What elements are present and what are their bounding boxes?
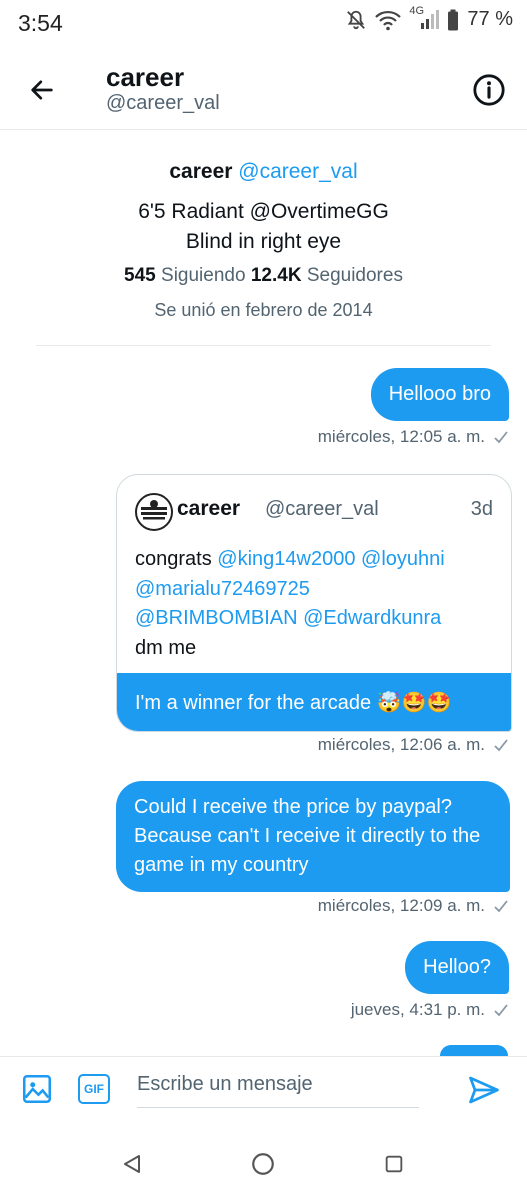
following-count: 545 (124, 265, 156, 286)
message-bubble[interactable]: Could I receive the price by paypal? Bec… (116, 781, 510, 892)
message-bubble[interactable]: Helloo? (405, 941, 509, 994)
message-timestamp: jueves, 4:31 p. m. (351, 1000, 509, 1020)
header-divider (0, 129, 527, 130)
profile-bio-line-1: 6'5 Radiant @OvertimeGG (138, 200, 389, 223)
timestamp-text: miércoles, 12:06 a. m. (317, 735, 485, 754)
image-icon (22, 1074, 52, 1104)
profile-handle[interactable]: @career_val (238, 160, 357, 183)
send-icon (469, 1076, 499, 1104)
nav-home-button[interactable] (247, 1148, 279, 1180)
gif-button[interactable]: GIF (78, 1074, 110, 1104)
mention-link[interactable]: @loyuhni (361, 548, 445, 570)
mute-icon (345, 9, 367, 31)
timestamp-text: miércoles, 12:05 a. m. (317, 427, 485, 446)
following-label: Siguiendo (161, 265, 246, 286)
triangle-back-icon (124, 1155, 140, 1173)
conversation-handle: @career_val (106, 92, 220, 114)
composer-top-border (0, 1056, 527, 1057)
quoted-tweet-text: congrats @king14w2000 @loyuhni @marialu7… (135, 545, 505, 663)
mention-link[interactable]: @marialu72469725 (135, 578, 310, 600)
check-icon (494, 900, 508, 913)
square-recents-icon (385, 1155, 403, 1173)
quoted-tweet-text-prefix: congrats (135, 548, 212, 570)
send-button[interactable] (466, 1072, 502, 1108)
mention-link[interactable]: @BRIMBOMBIAN (135, 607, 298, 629)
profile-joined: Se unió en febrero de 2014 (154, 300, 373, 320)
arrow-left-icon (31, 80, 53, 100)
quoted-tweet-age: 3d (470, 498, 493, 520)
circle-home-icon (252, 1153, 274, 1175)
check-icon (494, 431, 508, 444)
message-timestamp: miércoles, 12:06 a. m. (318, 735, 509, 755)
timestamp-text: jueves, 4:31 p. m. (350, 1000, 485, 1019)
info-icon (473, 74, 505, 106)
quoted-tweet-card[interactable]: career @career_val 3d congrats @king14w2… (116, 474, 512, 732)
profile-divider (36, 345, 491, 346)
profile-bio-line-2: Blind in right eye (185, 230, 342, 253)
mention-link[interactable]: @king14w2000 (217, 548, 355, 570)
quoted-tweet-name: career (177, 497, 241, 520)
quoted-tweet-handle: @career_val (265, 498, 379, 520)
message-timestamp: miércoles, 12:05 a. m. (318, 427, 509, 447)
battery-icon (447, 9, 459, 31)
followers-label: Seguidores (306, 265, 403, 286)
conversation-title: career (106, 62, 185, 92)
check-icon (494, 1004, 508, 1017)
profile-stats: 545 Siguiendo 12.4K Seguidores (0, 265, 527, 287)
message-bubble[interactable]: I'm a winner for the arcade 🤯🤩🤩 (117, 673, 511, 731)
nav-recents-button[interactable] (378, 1148, 410, 1180)
network-label: 4G (409, 4, 425, 17)
message-input[interactable] (137, 1068, 419, 1108)
message-bubble[interactable]: Hellooo bro (370, 368, 509, 421)
message-timestamp: miércoles, 12:09 a. m. (318, 896, 509, 916)
profile-identity[interactable]: career @career_val (0, 160, 527, 184)
wifi-icon (375, 9, 402, 31)
nav-back-button[interactable] (116, 1148, 148, 1180)
profile-name[interactable]: career (169, 160, 232, 183)
status-time: 3:54 (18, 10, 63, 36)
check-icon (494, 739, 508, 752)
signal-4g-icon: 4G (409, 5, 440, 31)
battery-percent: 77 % (467, 8, 513, 30)
message-bubble-partial[interactable] (440, 1045, 508, 1056)
quoted-tweet-text-suffix: dm me (135, 636, 197, 659)
timestamp-text: miércoles, 12:09 a. m. (317, 896, 485, 915)
info-button[interactable] (469, 70, 509, 110)
followers-count: 12.4K (250, 265, 302, 286)
image-button[interactable] (20, 1072, 54, 1106)
avatar (135, 493, 173, 531)
mention-link[interactable]: @Edwardkunra (303, 607, 441, 629)
status-icons: 4G 77 % (345, 5, 513, 31)
back-button[interactable] (20, 68, 64, 112)
